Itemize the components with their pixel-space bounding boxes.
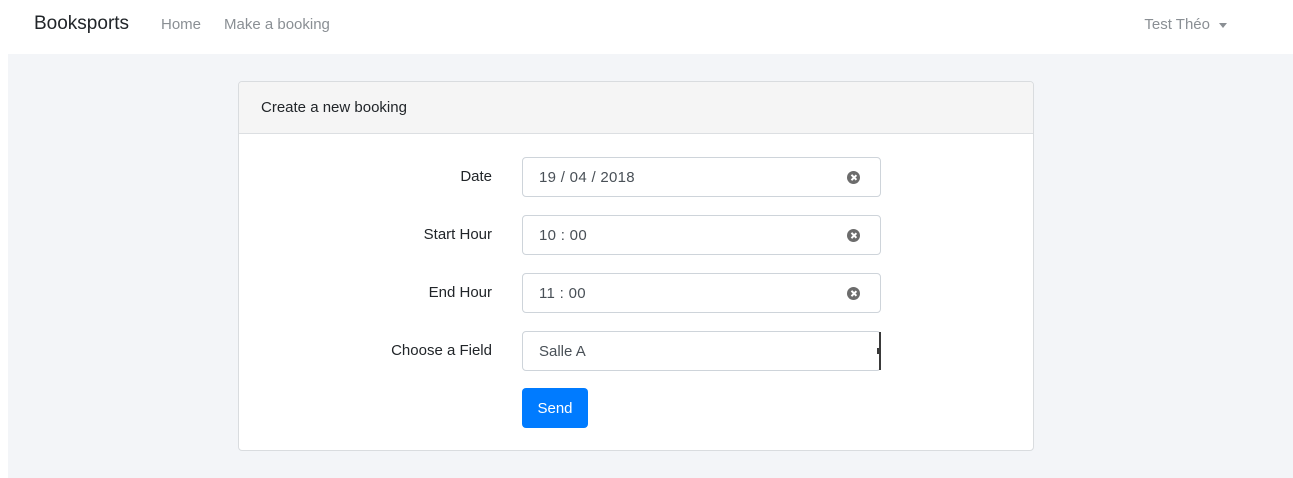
start-hour-input[interactable]: 10 : 00 [522, 215, 881, 255]
card-title: Create a new booking [261, 99, 407, 116]
clear-end-hour-icon[interactable] [847, 287, 860, 300]
select-handle[interactable] [877, 348, 879, 354]
booking-card: Create a new booking Date 19 / 04 / 2018… [238, 81, 1034, 451]
top-navbar: Booksports Home Make a booking Test Théo [0, 0, 1293, 54]
brand-link[interactable]: Booksports [34, 13, 129, 35]
date-label: Date [460, 168, 492, 185]
date-value: 19 / 04 / 2018 [539, 168, 635, 186]
end-hour-row: End Hour 11 : 00 [239, 273, 1033, 313]
field-label: Choose a Field [391, 342, 492, 359]
field-select-value: Salle A [539, 342, 586, 360]
clear-start-hour-icon[interactable] [847, 229, 860, 242]
start-hour-row: Start Hour 10 : 00 [239, 215, 1033, 255]
start-hour-value: 10 : 00 [539, 226, 587, 244]
card-header: Create a new booking [239, 82, 1033, 134]
field-row: Choose a Field Salle A [239, 331, 1033, 371]
date-input[interactable]: 19 / 04 / 2018 [522, 157, 881, 197]
end-hour-value: 11 : 00 [539, 284, 586, 302]
user-name: Test Théo [1144, 16, 1210, 33]
nav-make-booking-link[interactable]: Make a booking [224, 16, 330, 33]
caret-down-icon [1219, 22, 1227, 28]
select-scroll-edge [879, 332, 881, 370]
clear-date-icon[interactable] [847, 171, 860, 184]
date-row: Date 19 / 04 / 2018 [239, 157, 1033, 197]
field-select[interactable]: Salle A [522, 331, 881, 371]
nav-home-link[interactable]: Home [161, 16, 201, 33]
start-hour-label: Start Hour [423, 226, 492, 243]
user-menu-dropdown[interactable]: Test Théo [1144, 16, 1227, 33]
end-hour-input[interactable]: 11 : 00 [522, 273, 881, 313]
send-button[interactable]: Send [522, 388, 588, 428]
end-hour-label: End Hour [428, 284, 492, 301]
